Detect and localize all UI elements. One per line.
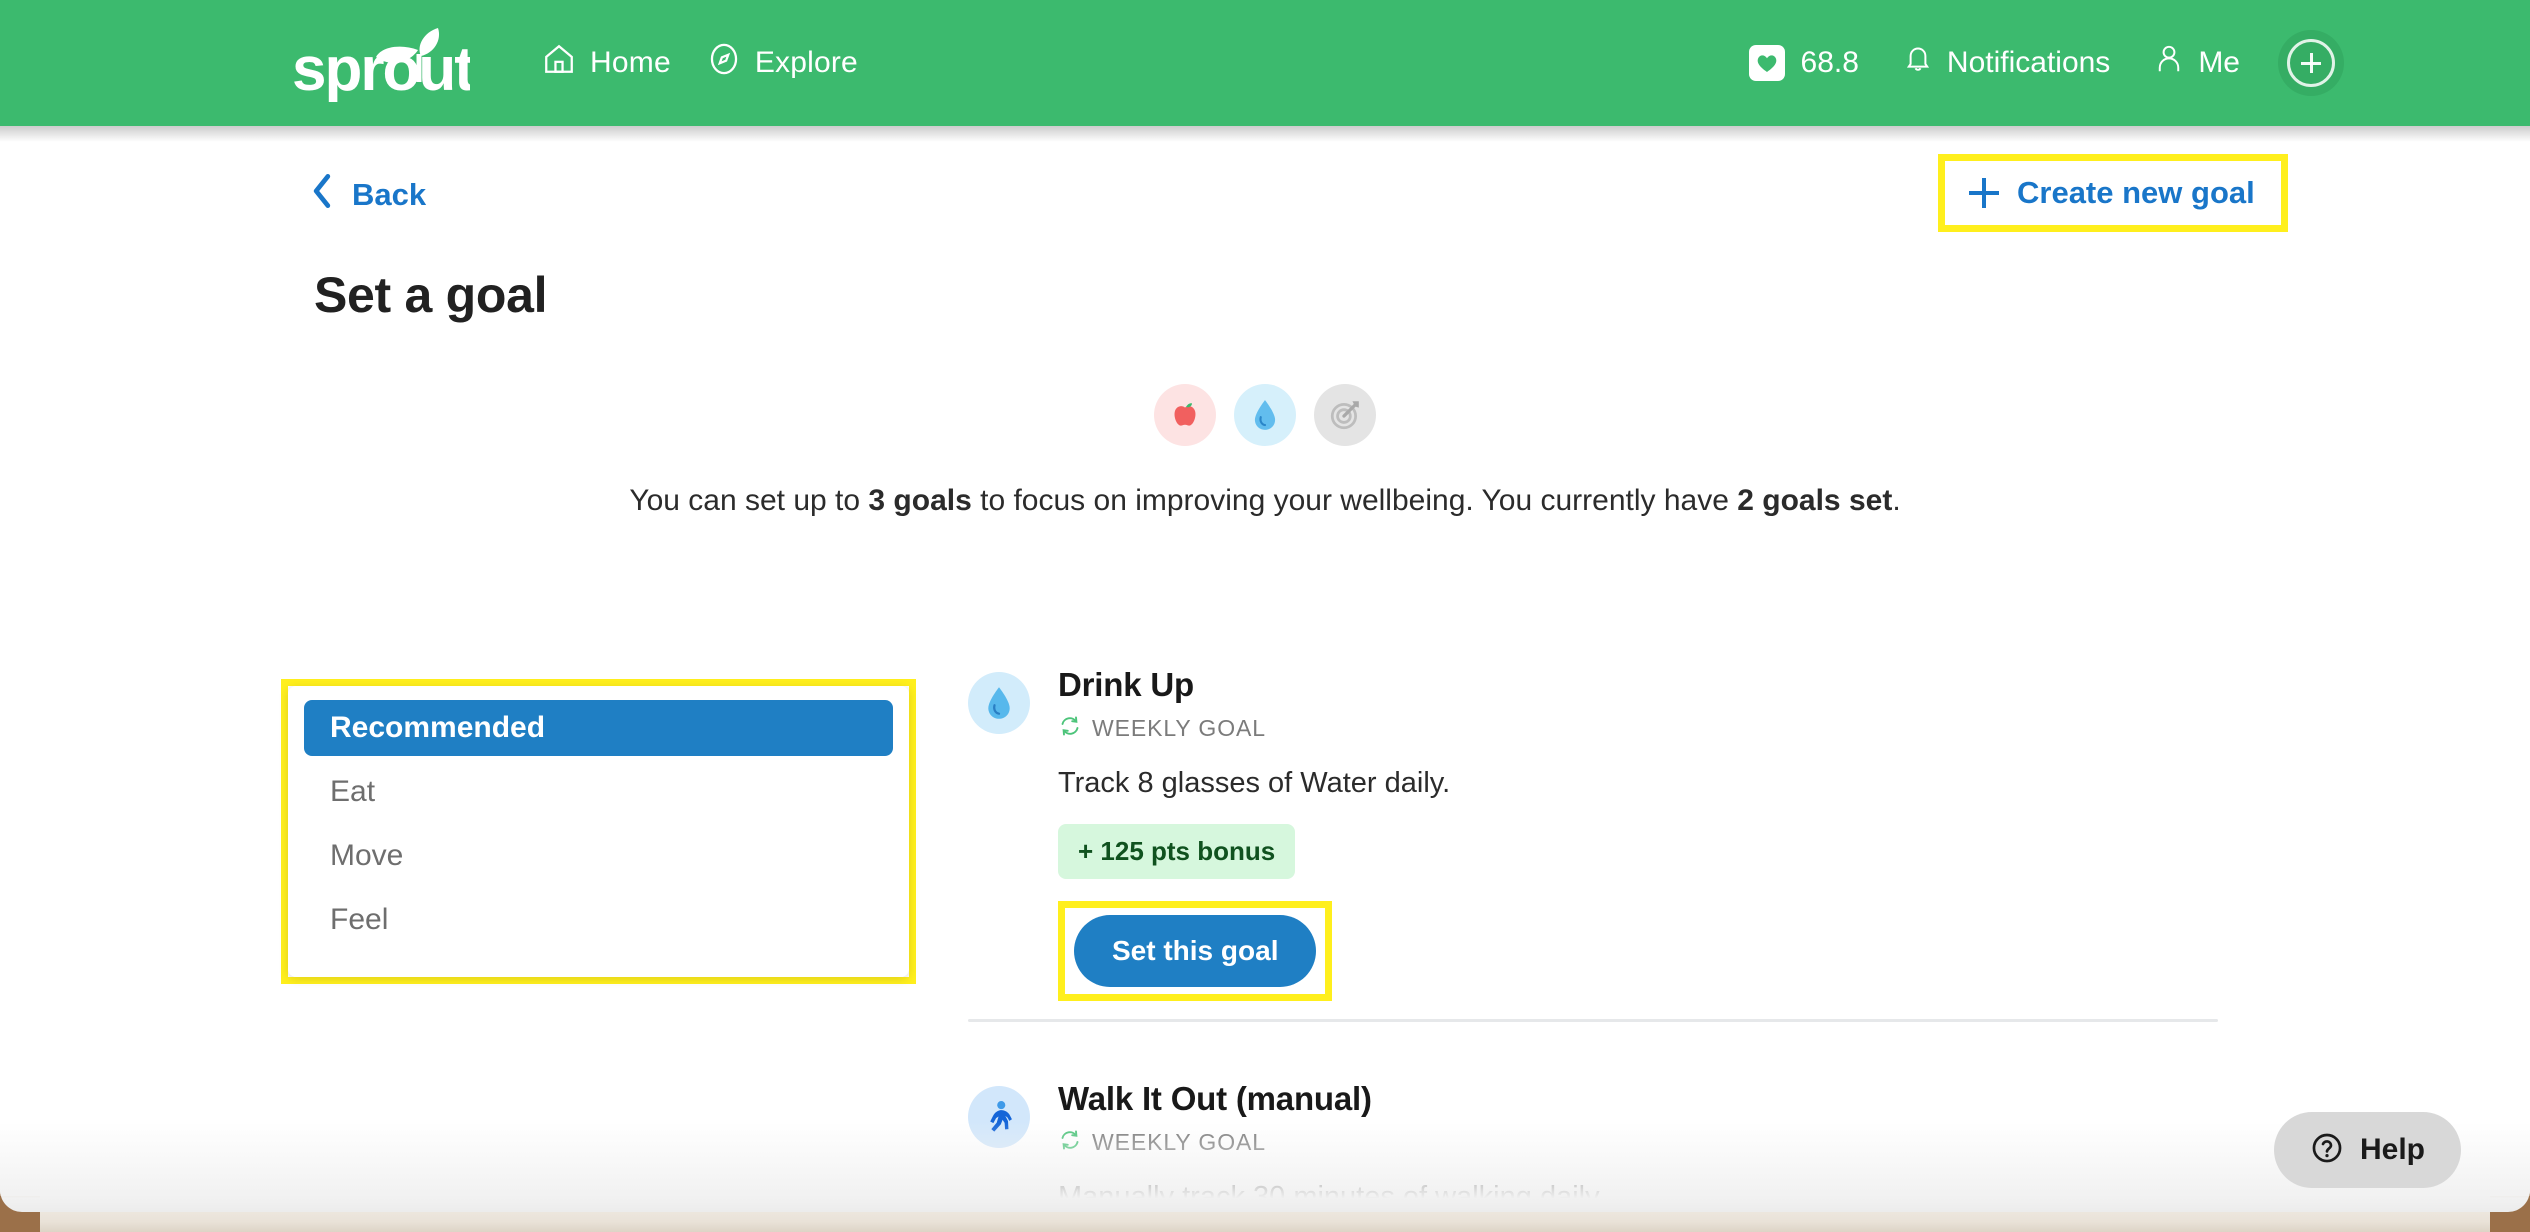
page-title: Set a goal: [314, 267, 548, 323]
question-circle-icon: [2310, 1131, 2344, 1170]
bell-icon: [1903, 43, 1933, 83]
goal-card: Drink Up WEEKLY GOAL Track 8 glasses of …: [968, 666, 2218, 1040]
create-new-goal-label: Create new goal: [2017, 175, 2255, 210]
home-icon: [542, 42, 576, 84]
sidebar-item-eat[interactable]: Eat: [304, 764, 893, 820]
sidebar-item-label: Move: [330, 839, 404, 872]
nav-item-me[interactable]: Me: [2154, 43, 2240, 83]
goal-cadence: WEEKLY GOAL: [1058, 714, 2218, 743]
apple-icon[interactable]: [1154, 384, 1216, 446]
intro-current-goals: 2 goals set: [1737, 484, 1893, 517]
sidebar-item-label: Feel: [330, 903, 389, 936]
category-icon-row: [0, 384, 2530, 446]
nav-item-notifications[interactable]: Notifications: [1903, 43, 2110, 83]
goal-cadence: WEEKLY GOAL: [1058, 1128, 2218, 1157]
set-this-goal-button[interactable]: Set this goal: [1074, 915, 1317, 987]
page-content: Back Create new goal Set a goal You can …: [0, 126, 2530, 1212]
nav-item-me-label: Me: [2198, 46, 2240, 79]
sidebar-item-recommended[interactable]: Recommended: [304, 700, 893, 756]
goal-title: Drink Up: [1058, 666, 1194, 703]
sidebar-item-label: Recommended: [330, 711, 546, 744]
desktop-background-right: [2490, 1196, 2530, 1232]
goal-description: Track 8 glasses of Water daily.: [1058, 767, 1451, 799]
goal-divider: [968, 1019, 2218, 1022]
wellbeing-score[interactable]: 68.8: [1748, 45, 1859, 81]
add-button[interactable]: [2278, 30, 2344, 96]
nav-item-home[interactable]: Home: [542, 42, 671, 84]
goal-bonus-badge: + 125 pts bonus: [1058, 824, 1296, 879]
plus-circle-icon: [2287, 39, 2335, 87]
category-sidebar: Recommended Eat Move Feel: [288, 686, 909, 977]
top-navigation-bar: sprout Home Explore 68.8 Notifications M…: [0, 0, 2530, 126]
sidebar-item-feel[interactable]: Feel: [304, 892, 893, 948]
water-drop-icon: [968, 672, 1030, 734]
wellbeing-score-value: 68.8: [1800, 46, 1859, 79]
svg-text:sprout: sprout: [292, 35, 470, 102]
compass-icon: [707, 42, 741, 84]
intro-max-goals: 3 goals: [868, 484, 972, 517]
category-sidebar-highlight: Recommended Eat Move Feel: [281, 679, 916, 984]
set-goal-highlight: Set this goal: [1058, 901, 1333, 1001]
nav-item-notifications-label: Notifications: [1946, 46, 2111, 79]
nav-item-explore-label: Explore: [754, 46, 858, 79]
back-link[interactable]: Back: [310, 172, 426, 218]
back-link-label: Back: [352, 177, 427, 212]
create-new-goal-highlight: Create new goal: [1938, 154, 2288, 232]
person-icon: [2154, 43, 2184, 83]
set-goal-area: Set this goal: [1058, 901, 2218, 1001]
desktop-strip: [0, 1206, 2530, 1232]
intro-prefix: You can set up to: [629, 484, 869, 517]
goal-list: Drink Up WEEKLY GOAL Track 8 glasses of …: [968, 666, 2218, 1212]
sprout-logo[interactable]: sprout: [290, 24, 470, 102]
sidebar-item-label: Eat: [330, 775, 376, 808]
help-widget[interactable]: Help: [2274, 1112, 2462, 1188]
goal-title: Walk It Out (manual): [1058, 1080, 1372, 1117]
content-toolbar: Back Create new goal: [0, 146, 2530, 236]
refresh-icon: [1058, 714, 1082, 743]
chevron-left-icon: [310, 172, 334, 218]
water-drop-icon[interactable]: [1234, 384, 1296, 446]
nav-item-explore[interactable]: Explore: [707, 42, 858, 84]
heart-icon: [1748, 45, 1785, 81]
goal-limit-description: You can set up to 3 goals to focus on im…: [0, 484, 2530, 518]
target-dart-icon[interactable]: [1314, 384, 1376, 446]
sidebar-item-move[interactable]: Move: [304, 828, 893, 884]
refresh-icon: [1058, 1128, 1082, 1157]
goal-card: Walk It Out (manual) WEEKLY GOAL Manuall…: [968, 1062, 2218, 1212]
plus-icon: [1969, 178, 1999, 208]
walking-person-icon: [968, 1086, 1030, 1148]
create-new-goal-button[interactable]: Create new goal: [1959, 167, 2265, 219]
intro-middle: to focus on improving your wellbeing. Yo…: [971, 484, 1738, 517]
desktop-background-left: [0, 1196, 40, 1232]
intro-suffix: .: [1892, 484, 1901, 517]
goal-cadence-label: WEEKLY GOAL: [1092, 715, 1266, 741]
help-widget-label: Help: [2360, 1133, 2426, 1166]
nav-item-home-label: Home: [590, 46, 671, 79]
browser-window: sprout Home Explore 68.8 Notifications M…: [0, 0, 2530, 1212]
goal-cadence-label: WEEKLY GOAL: [1092, 1129, 1266, 1155]
